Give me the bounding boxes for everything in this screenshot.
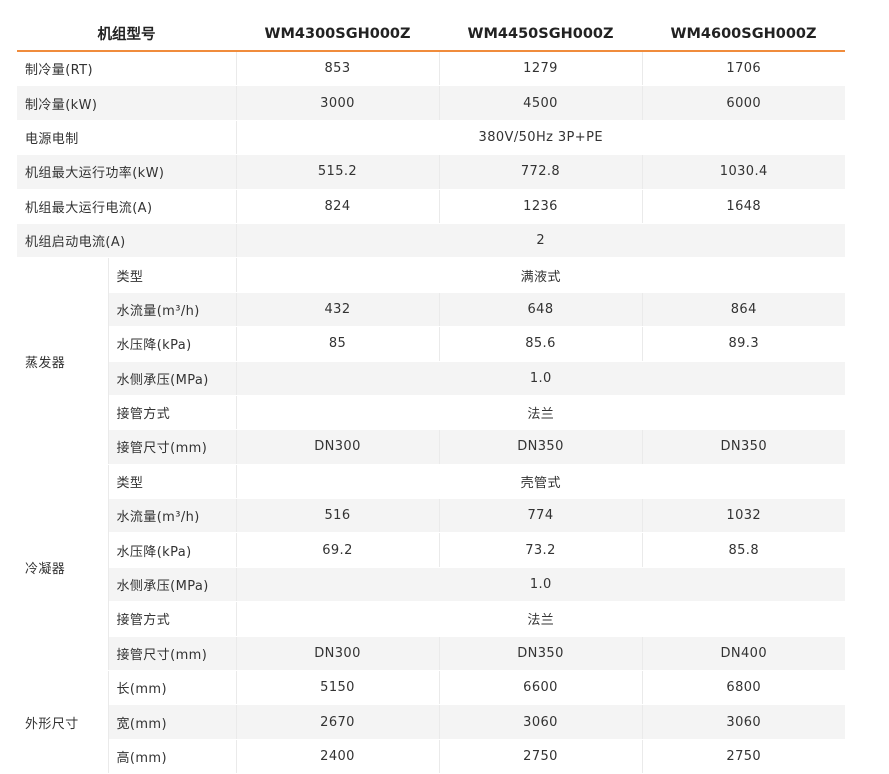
cell-value: 864	[642, 292, 845, 328]
row-label: 接管尺寸(mm)	[108, 636, 237, 672]
cell-value: 1030.4	[642, 154, 845, 190]
cell-value-merged: 380V/50Hz 3P+PE	[236, 120, 845, 156]
cell-value: DN300	[236, 636, 440, 672]
cell-value: 85.8	[642, 532, 845, 568]
header-model-3: WM4600SGH000Z	[642, 17, 845, 52]
row-label: 机组最大运行功率(kW)	[17, 154, 237, 190]
table-row: 接管方式 法兰	[17, 601, 845, 637]
row-label: 制冷量(kW)	[17, 85, 237, 121]
table-row: 接管方式 法兰	[17, 395, 845, 431]
cell-value-merged: 满液式	[236, 257, 845, 293]
group-label-dimensions: 外形尺寸	[17, 670, 109, 774]
table-row: 水流量(m³/h) 432 648 864	[17, 292, 845, 328]
row-label: 机组启动电流(A)	[17, 223, 237, 259]
table-row: 蒸发器 类型 满液式	[17, 257, 845, 465]
cell-value-merged: 1.0	[236, 567, 845, 603]
cell-value: 4500	[439, 85, 643, 121]
cell-value: 1279	[439, 51, 643, 87]
cell-value: DN300	[236, 429, 440, 465]
cell-value: 2750	[642, 739, 845, 774]
cell-value: 432	[236, 292, 440, 328]
cell-value: 2400	[236, 739, 440, 774]
row-label: 水流量(m³/h)	[108, 292, 237, 328]
cell-value: 2670	[236, 704, 440, 740]
table-row: 接管尺寸(mm) DN300 DN350 DN350	[17, 429, 845, 465]
cell-value: 853	[236, 51, 440, 87]
row-label: 接管方式	[108, 601, 237, 637]
cell-value: 1236	[439, 189, 643, 224]
cell-value: DN350	[642, 429, 845, 465]
row-label: 长(mm)	[108, 670, 237, 706]
cell-value: 6000	[642, 85, 845, 121]
header-model-label: 机组型号	[17, 17, 236, 52]
cell-value: 73.2	[439, 532, 643, 568]
group-label-evaporator: 蒸发器	[17, 257, 109, 465]
cell-value: 85.6	[439, 326, 643, 362]
row-label: 宽(mm)	[108, 704, 237, 740]
cell-value: 6600	[439, 670, 643, 706]
cell-value-merged: 法兰	[236, 395, 845, 431]
cell-value: 516	[236, 498, 440, 534]
cell-value-merged: 2	[236, 223, 845, 259]
row-label: 水流量(m³/h)	[108, 498, 237, 534]
cell-value: 69.2	[236, 532, 440, 568]
row-label: 类型	[108, 464, 237, 500]
row-label: 机组最大运行电流(A)	[17, 189, 237, 224]
table-row: 接管尺寸(mm) DN300 DN350 DN400	[17, 636, 845, 672]
cell-value: 824	[236, 189, 440, 224]
cell-value: DN350	[439, 636, 643, 672]
table-row: 电源电制 380V/50Hz 3P+PE	[17, 120, 845, 156]
cell-value: 85	[236, 326, 440, 362]
cell-value: 1706	[642, 51, 845, 87]
cell-value: 3060	[439, 704, 643, 740]
table-row: 机组最大运行功率(kW) 515.2 772.8 1030.4	[17, 154, 845, 190]
table-header-row: 机组型号 WM4300SGH000Z WM4450SGH000Z WM4600S…	[17, 17, 845, 52]
cell-value: DN350	[439, 429, 643, 465]
row-label: 水侧承压(MPa)	[108, 567, 237, 603]
table-row: 冷凝器 类型 壳管式	[17, 464, 845, 672]
cell-value: 1032	[642, 498, 845, 534]
cell-value: 89.3	[642, 326, 845, 362]
table-row: 制冷量(kW) 3000 4500 6000	[17, 85, 845, 121]
table-row: 水侧承压(MPa) 1.0	[17, 567, 845, 603]
row-label: 水压降(kPa)	[108, 532, 237, 568]
row-label: 水侧承压(MPa)	[108, 361, 237, 396]
table-row: 制冷量(RT) 853 1279 1706	[17, 51, 845, 87]
cell-value: 772.8	[439, 154, 643, 190]
spec-table: 机组型号 WM4300SGH000Z WM4450SGH000Z WM4600S…	[17, 17, 845, 774]
header-model-1: WM4300SGH000Z	[236, 17, 439, 52]
header-model-2: WM4450SGH000Z	[439, 17, 642, 52]
table-row: 机组最大运行电流(A) 824 1236 1648	[17, 189, 845, 224]
cell-value-merged: 壳管式	[236, 464, 845, 500]
table-row: 外形尺寸 长(mm) 5150 6600 6800	[17, 670, 845, 774]
row-label: 接管方式	[108, 395, 237, 431]
row-label: 类型	[108, 257, 237, 293]
table-row: 高(mm) 2400 2750 2750	[17, 739, 845, 774]
table-row: 水压降(kPa) 85 85.6 89.3	[17, 326, 845, 362]
table-row: 机组启动电流(A) 2	[17, 223, 845, 259]
cell-value: 515.2	[236, 154, 440, 190]
group-label-condenser: 冷凝器	[17, 464, 109, 672]
cell-value: 3000	[236, 85, 440, 121]
cell-value-merged: 1.0	[236, 361, 845, 396]
cell-value: 6800	[642, 670, 845, 706]
cell-value: 3060	[642, 704, 845, 740]
row-label: 电源电制	[17, 120, 237, 156]
table-row: 宽(mm) 2670 3060 3060	[17, 704, 845, 740]
table-row: 水流量(m³/h) 516 774 1032	[17, 498, 845, 534]
cell-value: 5150	[236, 670, 440, 706]
table-row: 水压降(kPa) 69.2 73.2 85.8	[17, 532, 845, 568]
cell-value-merged: 法兰	[236, 601, 845, 637]
table-row: 水侧承压(MPa) 1.0	[17, 361, 845, 396]
cell-value: 1648	[642, 189, 845, 224]
cell-value: 774	[439, 498, 643, 534]
row-label: 水压降(kPa)	[108, 326, 237, 362]
cell-value: 2750	[439, 739, 643, 774]
cell-value: DN400	[642, 636, 845, 672]
cell-value: 648	[439, 292, 643, 328]
row-label: 接管尺寸(mm)	[108, 429, 237, 465]
row-label: 高(mm)	[108, 739, 237, 774]
row-label: 制冷量(RT)	[17, 51, 237, 87]
